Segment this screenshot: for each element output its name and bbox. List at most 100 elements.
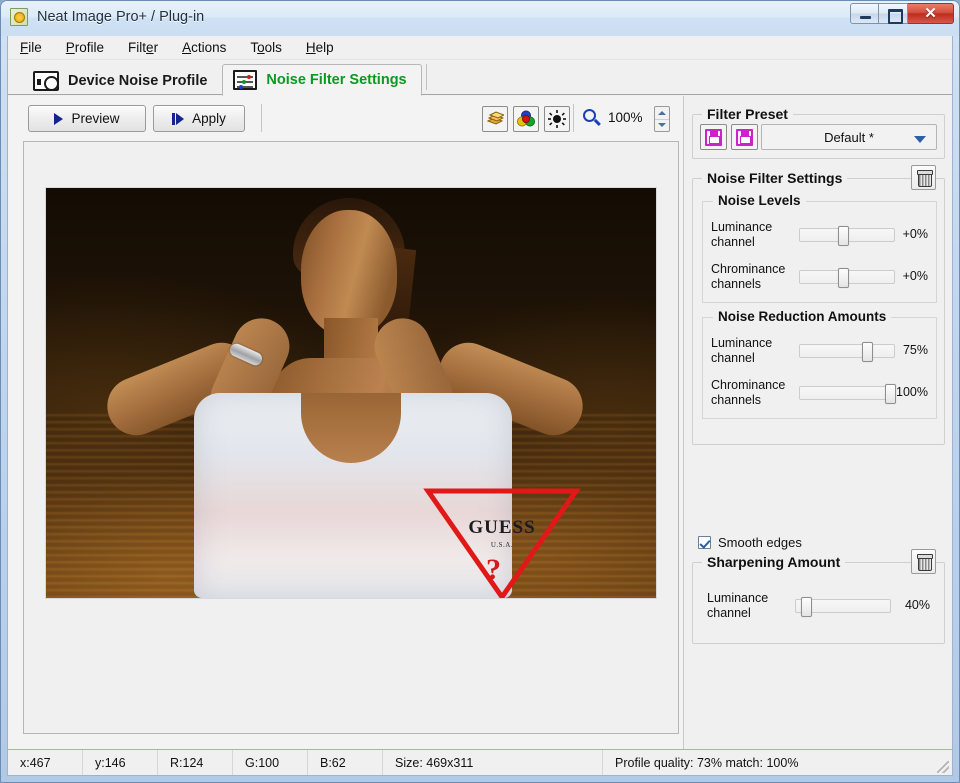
apply-icon bbox=[172, 112, 185, 125]
noise-reduction-luminance-slider[interactable] bbox=[799, 342, 895, 362]
status-channel-b: B:62 bbox=[308, 750, 383, 775]
row-label: Luminance channel bbox=[711, 336, 796, 366]
smooth-edges-checkbox-row[interactable]: Smooth edges bbox=[692, 529, 945, 555]
row-label-line2: channel bbox=[707, 606, 751, 620]
zoom-decrease-button[interactable] bbox=[655, 120, 669, 132]
chevron-down-icon bbox=[914, 136, 926, 143]
toolbar-divider bbox=[261, 104, 262, 132]
client-area: File Profile Filter Actions Tools Help D… bbox=[7, 36, 953, 776]
preset-dropdown[interactable]: Default * bbox=[761, 124, 937, 150]
magnifier-icon[interactable] bbox=[583, 109, 596, 122]
zoom-stepper[interactable] bbox=[654, 106, 670, 132]
menu-help[interactable]: Help bbox=[306, 40, 334, 55]
close-button[interactable]: ✕ bbox=[908, 3, 954, 24]
filter-preset-group: Filter Preset Default * bbox=[692, 106, 945, 159]
row-label: Luminance channel bbox=[707, 591, 792, 621]
caret-up-icon bbox=[658, 110, 666, 115]
noise-filter-settings-group: Noise Filter Settings Noise Levels Lumin… bbox=[692, 165, 945, 445]
status-profile-quality: Profile quality: 73% match: 100% bbox=[615, 755, 799, 770]
menu-file[interactable]: File bbox=[20, 40, 42, 55]
application-window: Neat Image Pro+ / Plug-in ✕ File Profile… bbox=[0, 0, 960, 783]
tab-divider bbox=[425, 64, 427, 90]
rgb-channels-icon[interactable] bbox=[513, 106, 539, 132]
floppy-icon bbox=[736, 128, 753, 146]
image-viewport[interactable]: GUESS U.S.A. ? bbox=[23, 141, 679, 734]
row-label-line1: Luminance bbox=[711, 336, 773, 350]
minimize-button[interactable] bbox=[850, 3, 879, 24]
smooth-edges-label: Smooth edges bbox=[718, 534, 802, 550]
main-split: Preview Apply 100% GUESS U.S.A. ? Filter… bbox=[8, 96, 952, 749]
preview-button[interactable]: Preview bbox=[28, 105, 146, 132]
tab-noise-filter-settings[interactable]: Noise Filter Settings bbox=[222, 64, 422, 96]
play-icon bbox=[54, 112, 64, 125]
row-label-line2: channels bbox=[711, 277, 762, 291]
slider-thumb[interactable] bbox=[801, 597, 812, 617]
row-label-line1: Chrominance bbox=[711, 378, 786, 392]
tab-label: Device Noise Profile bbox=[68, 72, 208, 89]
reset-sharpening-button[interactable] bbox=[911, 549, 936, 574]
save-preset-as-icon[interactable] bbox=[731, 124, 758, 150]
trash-icon bbox=[916, 554, 933, 571]
sliders-icon bbox=[233, 70, 258, 90]
save-preset-icon[interactable] bbox=[700, 124, 727, 150]
row-label: Chrominance channels bbox=[711, 262, 796, 292]
zoom-increase-button[interactable] bbox=[655, 107, 669, 120]
status-cursor-y: y:146 bbox=[83, 750, 158, 775]
apply-button[interactable]: Apply bbox=[153, 105, 245, 132]
settings-panel: Filter Preset Default * Noise Filter Set… bbox=[683, 96, 952, 749]
row-label-line2: channel bbox=[711, 351, 755, 365]
preview-pane: Preview Apply 100% GUESS U.S.A. ? bbox=[8, 96, 683, 749]
row-label: Chrominance channels bbox=[711, 378, 796, 408]
noise-reduction-luminance-value: 75% bbox=[902, 343, 928, 357]
preview-image[interactable]: GUESS U.S.A. ? bbox=[46, 188, 656, 598]
row-label: Luminance channel bbox=[711, 220, 796, 250]
noise-reduction-chrominance-value: 100% bbox=[896, 385, 928, 399]
apply-button-label: Apply bbox=[192, 111, 226, 126]
row-label-line2: channels bbox=[711, 393, 762, 407]
sharpening-amount-group: Sharpening Amount Luminance channel 40% bbox=[692, 549, 945, 644]
status-image-size: Size: 469x311 bbox=[383, 750, 603, 775]
maximize-button[interactable] bbox=[879, 3, 908, 24]
row-label-line2: channel bbox=[711, 235, 755, 249]
photo-subject: GUESS U.S.A. ? bbox=[46, 188, 656, 598]
shirt-brand-text: GUESS bbox=[468, 517, 536, 538]
noise-reduction-luminance-row: Luminance channel 75% bbox=[703, 330, 936, 374]
flower-icon bbox=[10, 8, 28, 26]
slider-thumb[interactable] bbox=[838, 226, 849, 246]
window-controls: ✕ bbox=[850, 3, 954, 24]
sharpening-luminance-slider[interactable] bbox=[795, 597, 891, 617]
tab-label: Noise Filter Settings bbox=[266, 72, 407, 88]
reset-noise-filter-button[interactable] bbox=[911, 165, 936, 190]
slider-thumb[interactable] bbox=[838, 268, 849, 288]
preview-button-label: Preview bbox=[71, 111, 120, 126]
noise-level-luminance-slider[interactable] bbox=[799, 226, 895, 246]
noise-level-luminance-row: Luminance channel +0% bbox=[703, 214, 936, 258]
filter-preset-title: Filter Preset bbox=[702, 106, 793, 122]
slider-thumb[interactable] bbox=[862, 342, 873, 362]
smooth-edges-checkbox[interactable] bbox=[698, 535, 711, 549]
noise-levels-subgroup: Noise Levels Luminance channel +0% Chrom… bbox=[702, 193, 937, 303]
menu-profile[interactable]: Profile bbox=[66, 40, 104, 55]
row-label-line1: Luminance bbox=[711, 220, 773, 234]
noise-level-luminance-value: +0% bbox=[902, 227, 928, 241]
row-label-line1: Luminance bbox=[707, 591, 769, 605]
shirt-brand-sub: U.S.A. bbox=[490, 541, 514, 549]
resize-grip[interactable] bbox=[937, 761, 949, 773]
row-label-line1: Chrominance bbox=[711, 262, 786, 276]
menu-actions[interactable]: Actions bbox=[182, 40, 226, 55]
sharpening-luminance-value: 40% bbox=[904, 598, 930, 612]
preview-toolbar: Preview Apply 100% bbox=[8, 96, 683, 141]
brightness-icon[interactable] bbox=[544, 106, 570, 132]
tab-device-noise-profile[interactable]: Device Noise Profile bbox=[22, 64, 222, 96]
camera-icon bbox=[33, 70, 59, 91]
menu-filter[interactable]: Filter bbox=[128, 40, 158, 55]
noise-level-chrominance-value: +0% bbox=[902, 269, 928, 283]
menu-bar: File Profile Filter Actions Tools Help bbox=[8, 36, 952, 60]
floppy-icon bbox=[705, 128, 722, 146]
noise-level-chrominance-slider[interactable] bbox=[799, 268, 895, 288]
zoom-level: 100% bbox=[608, 110, 643, 125]
menu-tools[interactable]: Tools bbox=[250, 40, 282, 55]
layers-icon[interactable] bbox=[482, 106, 508, 132]
status-channel-r: R:124 bbox=[158, 750, 233, 775]
noise-reduction-chrominance-slider[interactable] bbox=[799, 384, 896, 404]
